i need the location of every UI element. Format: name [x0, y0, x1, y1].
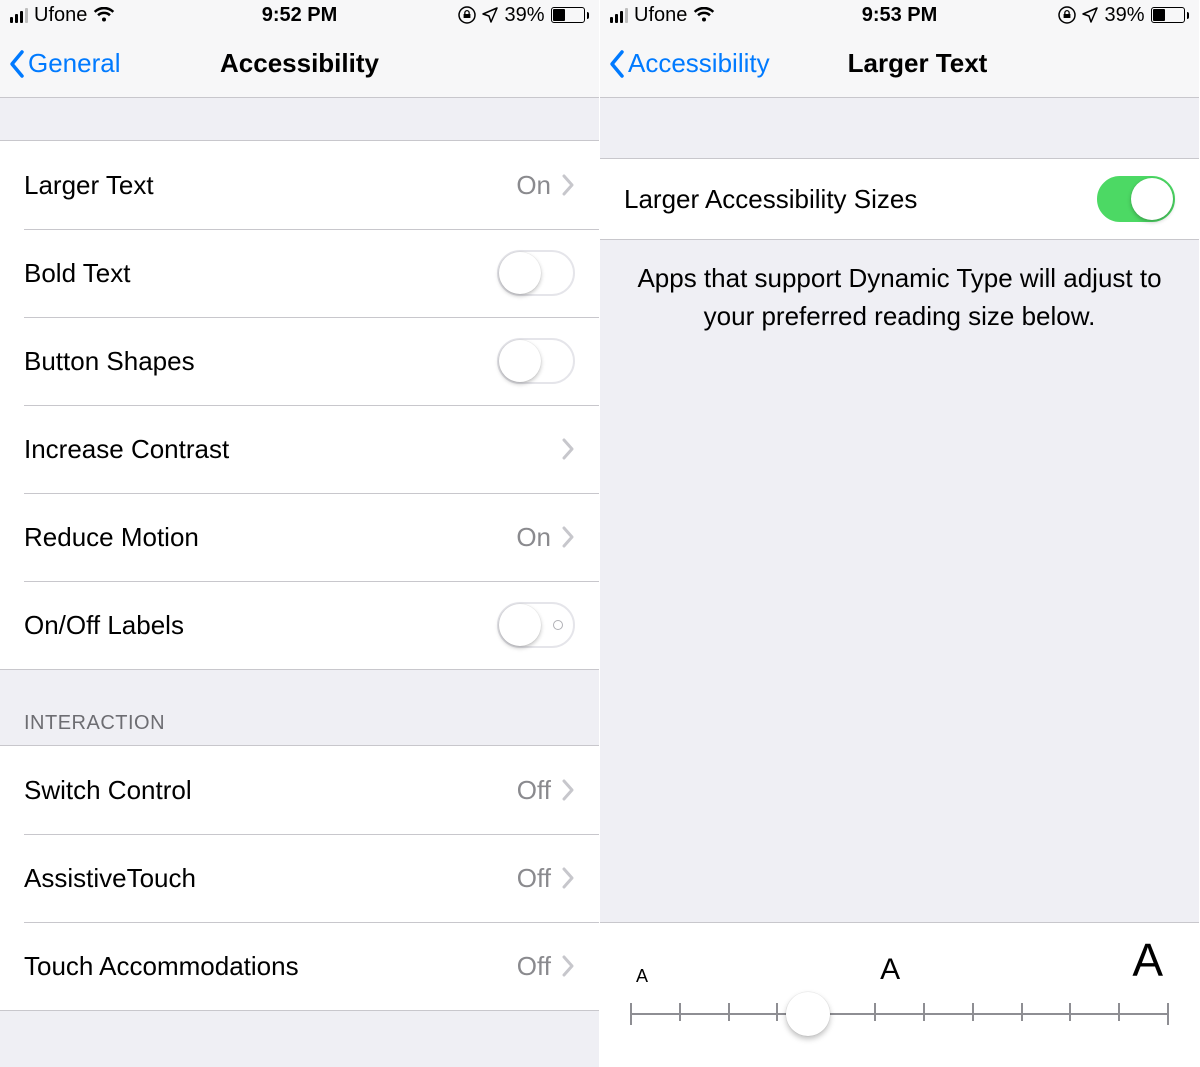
- larger-sizes-group: Larger Accessibility Sizes: [600, 158, 1199, 240]
- status-bar: Ufone 9:53 PM 39%: [600, 0, 1199, 30]
- chevron-left-icon: [608, 49, 626, 79]
- slider-thumb[interactable]: [786, 992, 830, 1036]
- display-settings-group: Larger Text On Bold Text Button Shapes I…: [0, 140, 599, 670]
- toggle-button-shapes[interactable]: [497, 338, 575, 384]
- battery-icon: [551, 7, 590, 23]
- back-button[interactable]: General: [0, 48, 121, 79]
- chevron-right-icon: [561, 174, 575, 196]
- row-label: Touch Accommodations: [24, 951, 517, 982]
- chevron-right-icon: [561, 867, 575, 889]
- carrier-label: Ufone: [634, 4, 687, 27]
- row-label: Bold Text: [24, 258, 497, 289]
- nav-bar: Accessibility Larger Text: [600, 30, 1199, 98]
- letter-mid-icon: A: [880, 953, 900, 987]
- row-value: Off: [517, 775, 551, 806]
- row-switch-control[interactable]: Switch Control Off: [0, 746, 599, 834]
- row-value: Off: [517, 951, 551, 982]
- carrier-label: Ufone: [34, 4, 87, 27]
- rotation-lock-icon: [458, 6, 476, 24]
- signal-icon: [610, 7, 628, 23]
- row-value: On: [516, 170, 551, 201]
- row-larger-accessibility-sizes[interactable]: Larger Accessibility Sizes: [600, 159, 1199, 239]
- group-header: INTERACTION: [0, 670, 599, 745]
- dynamic-type-description: Apps that support Dynamic Type will adju…: [600, 240, 1199, 335]
- letter-small-icon: A: [636, 966, 648, 987]
- row-label: On/Off Labels: [24, 610, 497, 641]
- text-size-slider-dock: A A A: [600, 922, 1199, 1067]
- row-larger-text[interactable]: Larger Text On: [0, 141, 599, 229]
- letter-large-icon: A: [1132, 933, 1163, 987]
- back-label: Accessibility: [628, 48, 770, 79]
- status-time: 9:53 PM: [803, 4, 996, 27]
- location-icon: [482, 7, 498, 23]
- row-label: Button Shapes: [24, 346, 497, 377]
- row-value: Off: [517, 863, 551, 894]
- slider-scale-labels: A A A: [630, 933, 1169, 989]
- row-label: Switch Control: [24, 775, 517, 806]
- row-label: Increase Contrast: [24, 434, 561, 465]
- row-label: Larger Accessibility Sizes: [624, 184, 1097, 215]
- battery-icon: [1151, 7, 1190, 23]
- chevron-right-icon: [561, 779, 575, 801]
- battery-pct: 39%: [1104, 4, 1144, 27]
- back-label: General: [28, 48, 121, 79]
- row-increase-contrast[interactable]: Increase Contrast: [0, 405, 599, 493]
- chevron-right-icon: [561, 438, 575, 460]
- toggle-larger-accessibility-sizes[interactable]: [1097, 176, 1175, 222]
- row-label: Reduce Motion: [24, 522, 516, 553]
- row-label: Larger Text: [24, 170, 516, 201]
- text-size-slider[interactable]: [630, 991, 1169, 1037]
- row-assistive-touch[interactable]: AssistiveTouch Off: [0, 834, 599, 922]
- toggle-bold-text[interactable]: [497, 250, 575, 296]
- row-reduce-motion[interactable]: Reduce Motion On: [0, 493, 599, 581]
- row-value: On: [516, 522, 551, 553]
- wifi-icon: [693, 7, 715, 23]
- back-button[interactable]: Accessibility: [600, 48, 770, 79]
- chevron-right-icon: [561, 526, 575, 548]
- rotation-lock-icon: [1058, 6, 1076, 24]
- battery-pct: 39%: [504, 4, 544, 27]
- chevron-right-icon: [561, 955, 575, 977]
- interaction-group: INTERACTION Switch Control Off Assistive…: [0, 670, 599, 1011]
- row-button-shapes[interactable]: Button Shapes: [0, 317, 599, 405]
- location-icon: [1082, 7, 1098, 23]
- nav-bar: General Accessibility: [0, 30, 599, 98]
- status-bar: Ufone 9:52 PM 39%: [0, 0, 599, 30]
- toggle-onoff-labels[interactable]: [497, 602, 575, 648]
- signal-icon: [10, 7, 28, 23]
- screen-accessibility: Ufone 9:52 PM 39% General Accessi: [0, 0, 600, 1067]
- status-time: 9:52 PM: [203, 4, 396, 27]
- wifi-icon: [93, 7, 115, 23]
- row-onoff-labels[interactable]: On/Off Labels: [0, 581, 599, 669]
- row-label: AssistiveTouch: [24, 863, 517, 894]
- screen-larger-text: Ufone 9:53 PM 39% Accessibility L: [600, 0, 1200, 1067]
- row-bold-text[interactable]: Bold Text: [0, 229, 599, 317]
- row-touch-accommodations[interactable]: Touch Accommodations Off: [0, 922, 599, 1010]
- chevron-left-icon: [8, 49, 26, 79]
